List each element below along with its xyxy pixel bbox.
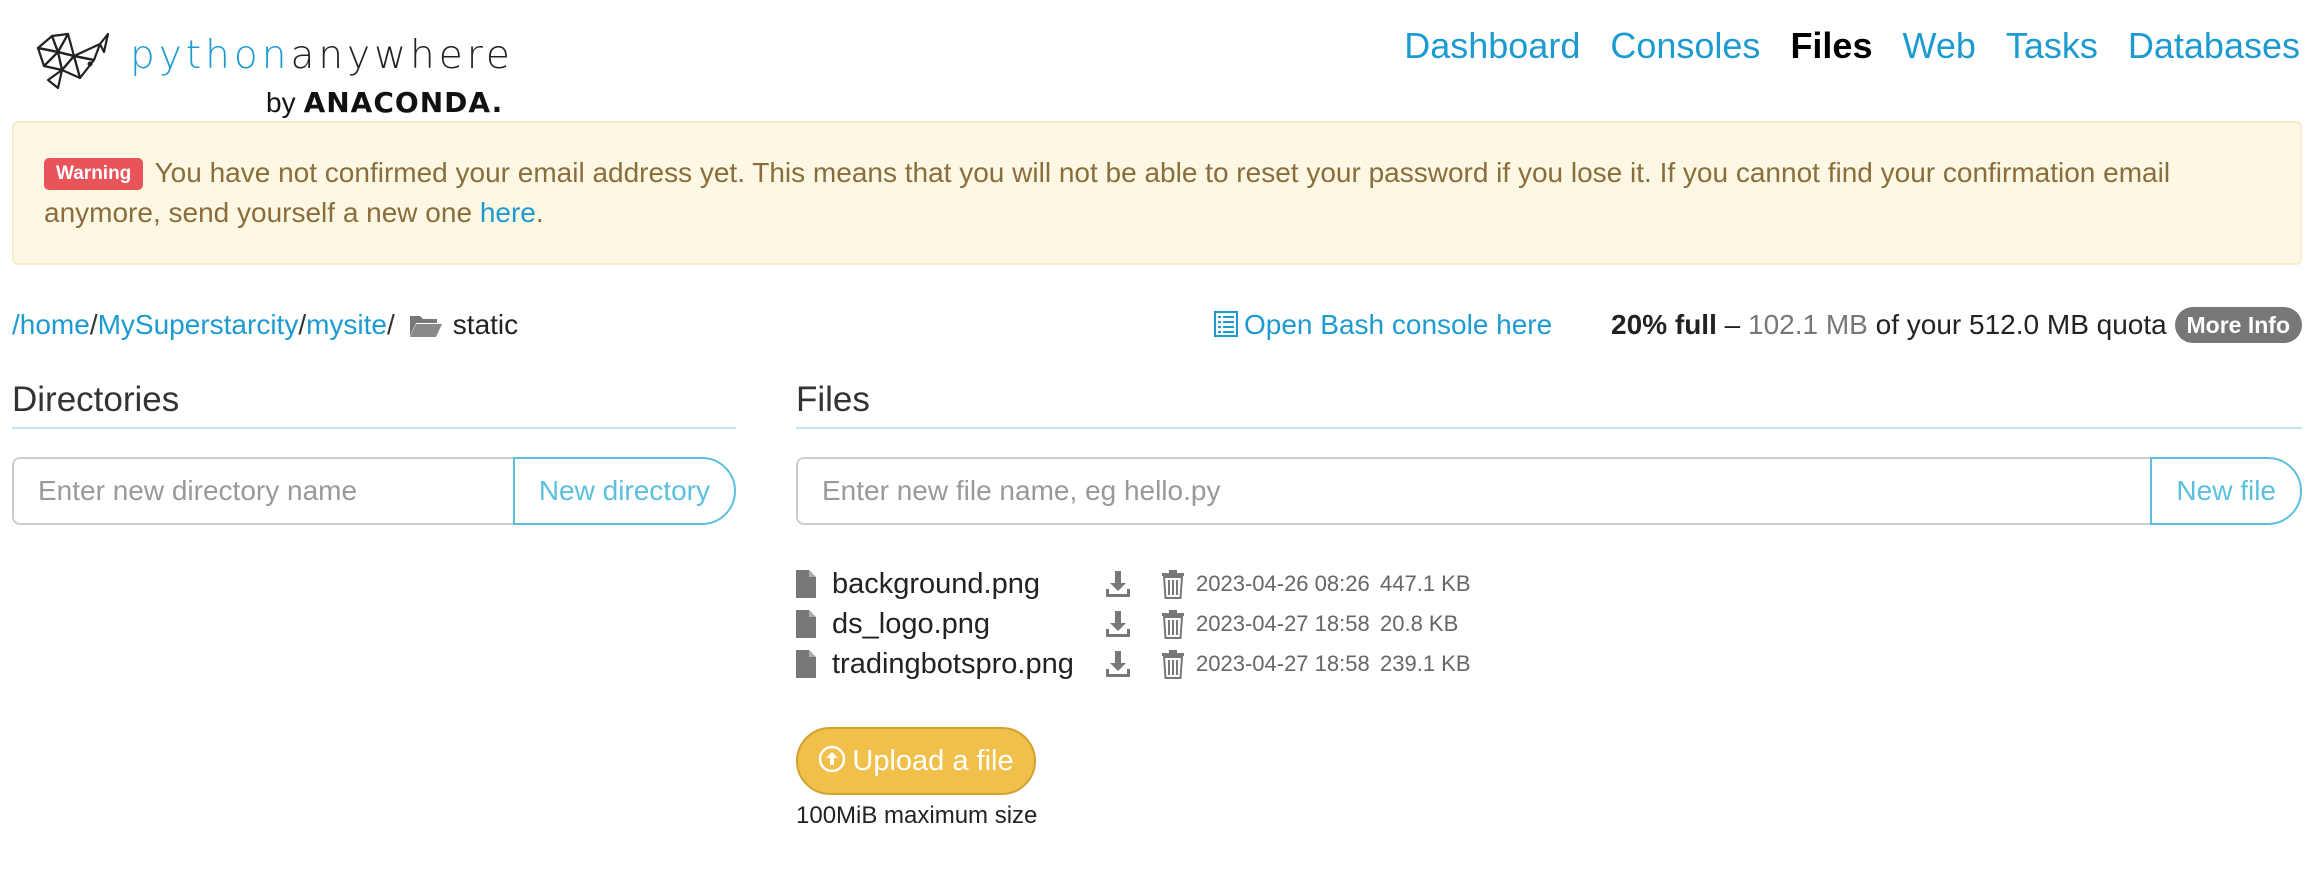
file-row: ds_logo.png 2023-04-27 18:58 20.8 KB bbox=[796, 604, 1458, 644]
logo-by-text: by bbox=[266, 87, 296, 118]
breadcrumb: /home/MySuperstarcity/mysite/static bbox=[12, 305, 518, 345]
file-icon bbox=[796, 610, 816, 638]
download-icon[interactable] bbox=[1104, 649, 1132, 679]
trash-icon[interactable] bbox=[1160, 569, 1186, 599]
new-directory-button[interactable]: New directory bbox=[512, 457, 736, 525]
directories-heading: Directories bbox=[12, 380, 180, 419]
upload-size-limit: 100MiB maximum size bbox=[796, 802, 1038, 829]
file-row: tradingbotspro.png 2023-04-27 18:58 239.… bbox=[796, 644, 1471, 684]
file-size: 20.8 KB bbox=[1380, 611, 1459, 636]
directories-divider bbox=[12, 427, 736, 429]
warning-message: You have not confirmed your email addres… bbox=[44, 157, 2171, 228]
file-name-link[interactable]: ds_logo.png bbox=[832, 608, 1104, 641]
new-file-button[interactable]: New file bbox=[2150, 457, 2302, 525]
file-modified-date: 2023-04-27 18:58 bbox=[1196, 651, 1370, 676]
email-warning-alert: Warning You have not confirmed your emai… bbox=[12, 121, 2302, 265]
file-name-link[interactable]: background.png bbox=[832, 568, 1104, 601]
file-name-link[interactable]: tradingbotspro.png bbox=[832, 648, 1104, 681]
console-list-icon bbox=[1214, 311, 1238, 337]
upload-circle-icon bbox=[819, 745, 846, 773]
quota-percent: 20% full bbox=[1611, 309, 1717, 340]
nav-databases[interactable]: Databases bbox=[2128, 20, 2300, 72]
new-file-form: Enter new file name, eg hello.py New fil… bbox=[796, 457, 2302, 525]
warning-tail: . bbox=[535, 197, 544, 228]
file-modified-date: 2023-04-26 08:26 bbox=[1196, 571, 1370, 596]
new-directory-form: Enter new directory name New directory bbox=[12, 457, 736, 525]
trash-icon[interactable] bbox=[1160, 609, 1186, 639]
logo-word-anywhere: anywhere bbox=[290, 33, 514, 78]
new-file-input[interactable]: Enter new file name, eg hello.py bbox=[796, 457, 2151, 525]
download-icon[interactable] bbox=[1104, 569, 1132, 599]
breadcrumb-separator: / bbox=[298, 309, 307, 340]
file-row: background.png 2023-04-26 08:26 447.1 KB bbox=[796, 564, 1471, 604]
file-icon bbox=[796, 570, 816, 598]
nav-web[interactable]: Web bbox=[1902, 20, 1975, 72]
download-icon[interactable] bbox=[1104, 609, 1132, 639]
breadcrumb-separator: / bbox=[387, 309, 395, 340]
nav-consoles[interactable]: Consoles bbox=[1610, 20, 1760, 72]
disk-quota: 20% full – 102.1 MB of your 512.0 MB quo… bbox=[1611, 305, 2302, 345]
folder-open-icon bbox=[409, 316, 442, 337]
open-bash-console-link[interactable]: Open Bash console here bbox=[1214, 305, 1552, 345]
logo-anaconda: ANACONDA. bbox=[303, 86, 504, 119]
quota-total: of your 512.0 MB quota bbox=[1867, 309, 2175, 340]
quota-dash: – bbox=[1716, 309, 1748, 340]
logo-wordmark: pythonanywhere bbox=[130, 33, 514, 78]
nav-tasks[interactable]: Tasks bbox=[2006, 20, 2098, 72]
pythonanywhere-logo[interactable]: pythonanywhere by ANACONDA. bbox=[34, 30, 510, 120]
nav-files[interactable]: Files bbox=[1790, 20, 1872, 72]
new-directory-input[interactable]: Enter new directory name bbox=[12, 457, 513, 525]
file-size: 239.1 KB bbox=[1380, 651, 1471, 676]
warning-badge: Warning bbox=[44, 158, 144, 190]
trash-icon[interactable] bbox=[1160, 649, 1186, 679]
files-divider bbox=[796, 427, 2302, 429]
resend-confirmation-link[interactable]: here bbox=[480, 197, 536, 228]
upload-file-label: Upload a file bbox=[852, 745, 1014, 777]
more-info-button[interactable]: More Info bbox=[2174, 307, 2302, 343]
file-icon bbox=[796, 650, 816, 678]
file-size: 447.1 KB bbox=[1380, 571, 1471, 596]
breadcrumb-mysite[interactable]: mysite bbox=[306, 309, 387, 340]
main-nav: Dashboard Consoles Files Web Tasks Datab… bbox=[1404, 20, 2300, 72]
breadcrumb-user[interactable]: MySuperstarcity bbox=[98, 309, 299, 340]
file-modified-date: 2023-04-27 18:58 bbox=[1196, 611, 1370, 636]
breadcrumb-current: static bbox=[452, 309, 519, 340]
nav-dashboard[interactable]: Dashboard bbox=[1404, 20, 1580, 72]
quota-used: 102.1 MB bbox=[1748, 309, 1868, 340]
upload-file-button[interactable]: Upload a file bbox=[796, 727, 1036, 795]
files-heading: Files bbox=[796, 380, 870, 419]
breadcrumb-home[interactable]: /home bbox=[12, 309, 90, 340]
breadcrumb-separator: / bbox=[89, 309, 98, 340]
logo-word-python: python bbox=[130, 33, 291, 78]
open-bash-console-label: Open Bash console here bbox=[1244, 309, 1553, 340]
logo-snake-icon bbox=[36, 32, 110, 90]
logo-byline: by ANACONDA. bbox=[266, 86, 503, 119]
